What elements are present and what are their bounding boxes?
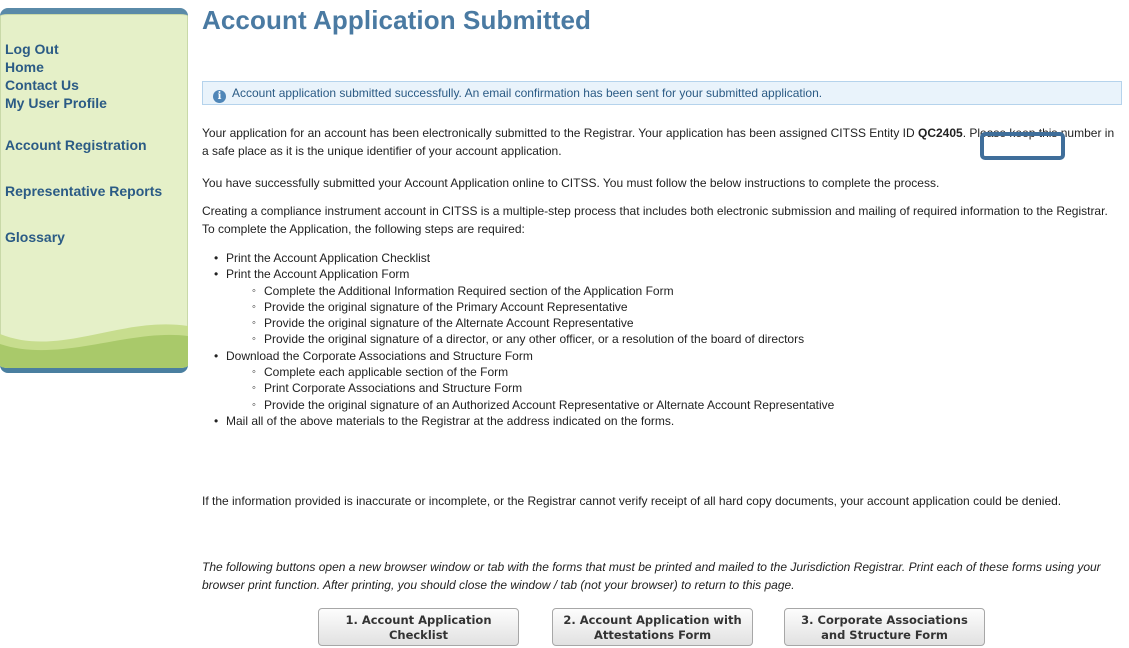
instructions-intro: You have successfully submitted your Acc… (202, 176, 940, 190)
list-item: Download the Corporate Associations and … (214, 348, 834, 413)
steps-list: Print the Account Application Checklist … (214, 250, 834, 430)
denial-warning: If the information provided is inaccurat… (202, 494, 1062, 508)
sidebar-nav: Log Out Home Contact Us My User Profile … (5, 40, 162, 246)
success-alert: i Account application submitted successfu… (202, 81, 1122, 105)
account-application-checklist-button[interactable]: 1. Account Application Checklist (318, 608, 519, 646)
buttons-instructions: The following buttons open a new browser… (202, 560, 1101, 592)
sidebar-wave-decoration (0, 324, 188, 368)
account-application-attestations-button[interactable]: 2. Account Application with Attestations… (552, 608, 753, 646)
list-item: Complete each applicable section of the … (252, 364, 834, 381)
entity-id-highlight (980, 132, 1065, 160)
list-item: Print Corporate Associations and Structu… (252, 380, 834, 397)
list-item: Provide the original signature of the Pr… (252, 299, 834, 316)
alert-text: Account application submitted successful… (232, 86, 823, 100)
sidebar: Log Out Home Contact Us My User Profile … (0, 8, 188, 373)
info-icon: i (213, 90, 226, 103)
list-item: Mail all of the above materials to the R… (214, 413, 834, 430)
corporate-associations-form-button[interactable]: 3. Corporate Associations and Structure … (784, 608, 985, 646)
list-item: Print the Account Application Checklist (214, 250, 834, 267)
sidebar-item-glossary[interactable]: Glossary (5, 228, 162, 246)
sidebar-item-log-out[interactable]: Log Out (5, 40, 162, 58)
process-description: Creating a compliance instrument account… (202, 204, 1108, 236)
entity-id: QC2405 (918, 126, 963, 140)
page-title: Account Application Submitted (202, 5, 592, 35)
sidebar-item-contact-us[interactable]: Contact Us (5, 76, 162, 94)
sidebar-item-representative-reports[interactable]: Representative Reports (5, 182, 162, 200)
sidebar-item-home[interactable]: Home (5, 58, 162, 76)
list-item: Provide the original signature of a dire… (252, 331, 834, 348)
sidebar-item-account-registration[interactable]: Account Registration (5, 136, 162, 154)
list-item: Provide the original signature of an Aut… (252, 397, 834, 414)
list-item: Complete the Additional Information Requ… (252, 283, 834, 300)
list-item: Provide the original signature of the Al… (252, 315, 834, 332)
sidebar-item-my-user-profile[interactable]: My User Profile (5, 94, 162, 112)
list-item: Print the Account Application Form Compl… (214, 266, 834, 348)
